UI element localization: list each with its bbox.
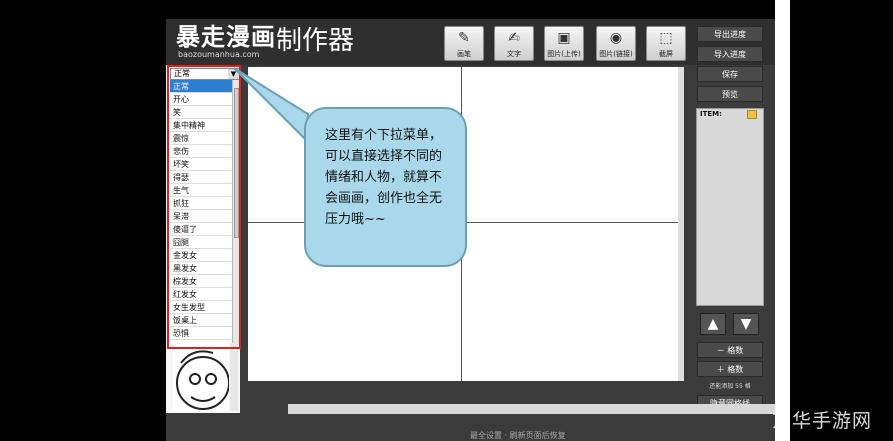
upload-image-button[interactable]: ▣ 图片(上传) [544,26,584,61]
thumbnail-scrollbar[interactable] [230,343,238,411]
decrease-grid-button[interactable]: － 格数 [697,342,763,358]
watermark: 京华手游网 [772,410,873,432]
app-title: 制作器 [276,26,355,56]
rage-face-image [176,350,229,410]
globe-icon: ◉ [609,30,623,46]
link-image-button[interactable]: ◉ 图片(链接) [596,26,636,61]
page-footer-fragment: 最全设置 · 刷新页面后恢复 [470,431,566,440]
right-margin [775,0,790,441]
bottom-strip [288,404,775,414]
text-tool-button[interactable]: ✍ 文字 [494,26,534,61]
import-progress-button[interactable]: 导入进度 [697,46,763,62]
screenshot-button[interactable]: ⬚ 截屏 [646,26,686,61]
lock-icon[interactable] [747,110,757,119]
export-progress-button[interactable]: 导出进度 [697,26,763,42]
pen-tool-button[interactable]: ✎ 画笔 [444,26,484,61]
move-up-button[interactable]: ▲ [700,313,726,335]
canvas-scrollbar[interactable] [678,67,684,381]
callout-text: 这里有个下拉菜单，可以直接选择不同的情绪和人物，就算不会画画，创作也全无压力哦~… [325,128,443,227]
logo: 暴走漫画 [176,22,276,51]
camera-icon: ▣ [557,30,571,46]
grid-count-text: 还能添加 55 格 [709,383,751,390]
screenshot-icon: ⬚ [659,30,673,46]
text-icon: ✍ [508,30,520,46]
item-panel: ITEM: [696,108,764,306]
save-button[interactable]: 保存 [697,66,763,82]
header-bar: 暴走漫画 baozoumanhua.com 制作器 ✎ 画笔 ✍ 文字 ▣ 图片… [166,19,775,65]
logo-url: baozoumanhua.com [178,50,260,59]
rage-face-thumbnail[interactable] [173,343,229,411]
move-down-button[interactable]: ▼ [733,313,759,335]
pen-icon: ✎ [458,30,470,46]
preview-button[interactable]: 预览 [697,86,763,102]
increase-grid-button[interactable]: ＋ 格数 [697,361,763,377]
